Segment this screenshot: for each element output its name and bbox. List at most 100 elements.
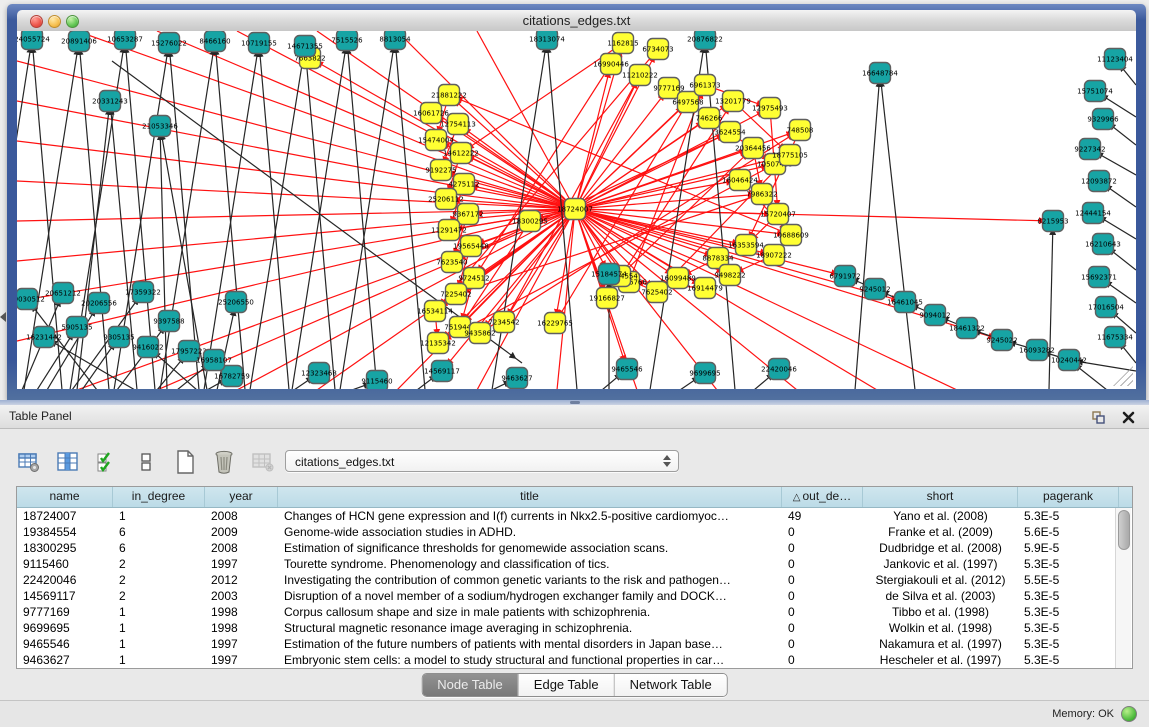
table-row[interactable]: 946362711997Embryonic stem cells: a mode… <box>17 652 1132 668</box>
row-height-icon[interactable] <box>133 449 159 475</box>
graph-node[interactable]: 9416022 <box>132 337 163 358</box>
column-header-title[interactable]: title <box>278 487 782 507</box>
graph-node[interactable]: 15276022 <box>151 33 187 54</box>
graph-node[interactable]: 16461045 <box>887 292 923 313</box>
table-row[interactable]: 1872400712008Changes of HCN gene express… <box>17 508 1132 524</box>
graph-node[interactable]: 15751074 <box>1077 81 1113 102</box>
graph-edge[interactable] <box>160 41 215 389</box>
graph-node[interactable]: 748508 <box>787 120 814 141</box>
table-row[interactable]: 977716911998Corpus callosum shape and si… <box>17 604 1132 620</box>
graph-node-label: 748508 <box>787 127 814 135</box>
graph-node[interactable]: 20891406 <box>61 31 97 52</box>
new-column-icon[interactable] <box>172 449 198 475</box>
graph-node[interactable]: 12975493 <box>752 98 788 119</box>
graph-node[interactable]: 9329966 <box>1087 109 1119 130</box>
graph-node[interactable]: 6791972 <box>829 266 860 287</box>
vertical-scrollbar[interactable] <box>1115 508 1131 668</box>
graph-node-label: 11675334 <box>1097 334 1133 342</box>
graph-node[interactable]: 14569117 <box>424 361 460 382</box>
network-canvas[interactable]: 1872400711628156734073169904461121022297… <box>17 31 1136 389</box>
graph-node[interactable]: 21053346 <box>142 116 178 137</box>
graph-edge[interactable] <box>169 43 199 389</box>
table-row[interactable]: 1830029562008Estimation of significance … <box>17 540 1132 556</box>
graph-node[interactable]: 16210643 <box>1085 234 1121 255</box>
tab-edge-table[interactable]: Edge Table <box>518 674 614 696</box>
graph-edge[interactable] <box>305 46 335 389</box>
table-row[interactable]: 911546021997Tourette syndrome. Phenomeno… <box>17 556 1132 572</box>
graph-node[interactable]: 8813054 <box>379 31 411 50</box>
graph-node[interactable]: 8215953 <box>1037 211 1068 232</box>
column-header-in_degree[interactable]: in_degree <box>113 487 205 507</box>
graph-node[interactable]: 15692371 <box>1081 267 1117 288</box>
graph-edge[interactable] <box>17 209 575 221</box>
graph-node[interactable]: 9245022 <box>986 330 1017 351</box>
graph-node[interactable]: 24055724 <box>17 31 50 50</box>
delete-column-icon[interactable] <box>211 449 237 475</box>
graph-node[interactable]: 12093872 <box>1081 171 1117 192</box>
graph-node[interactable]: 20331243 <box>92 91 128 112</box>
graph-node[interactable]: 11675334 <box>1097 327 1133 348</box>
graph-edge[interactable] <box>474 64 611 278</box>
graph-node[interactable]: 9305135 <box>103 327 134 348</box>
column-header-year[interactable]: year <box>205 487 278 507</box>
graph-node[interactable]: 9463627 <box>501 368 532 389</box>
graph-edge[interactable] <box>855 73 880 389</box>
column-header-pagerank[interactable]: pagerank <box>1018 487 1119 507</box>
network-window-titlebar[interactable]: citations_edges.txt <box>17 10 1136 32</box>
graph-edge[interactable] <box>461 43 623 153</box>
graph-node[interactable]: 25206550 <box>218 292 254 313</box>
column-header-short[interactable]: short <box>863 487 1018 507</box>
graph-node[interactable]: 19030512 <box>17 289 45 310</box>
table-row[interactable]: 2242004622012Investigating the contribut… <box>17 572 1132 588</box>
table-row[interactable]: 946554611997Estimation of the future num… <box>17 636 1132 652</box>
graph-edge[interactable] <box>477 31 575 209</box>
graph-node[interactable]: 10653287 <box>107 31 143 50</box>
graph-node[interactable]: 3624554 <box>714 122 746 143</box>
graph-node[interactable]: 10240442 <box>1051 350 1087 371</box>
graph-node[interactable]: 20651212 <box>45 283 81 304</box>
graph-node[interactable]: 9115460 <box>361 371 392 390</box>
graph-node[interactable]: 10688609 <box>773 225 809 246</box>
graph-edge[interactable] <box>880 73 915 389</box>
graph-edge[interactable] <box>157 31 575 209</box>
column-header-out_de[interactable]: △out_de… <box>782 487 863 507</box>
show-columns-icon[interactable] <box>55 449 81 475</box>
select-columns-icon[interactable] <box>94 449 120 475</box>
graph-node[interactable]: 5905135 <box>61 317 92 338</box>
scrollbar-thumb[interactable] <box>1118 510 1130 550</box>
graph-node[interactable]: 6734073 <box>642 39 673 60</box>
graph-node[interactable]: 9465546 <box>611 359 643 380</box>
graph-node[interactable]: 11123404 <box>1097 49 1133 70</box>
column-header-name[interactable]: name <box>17 487 113 507</box>
float-window-icon[interactable] <box>1089 408 1107 426</box>
graph-edge[interactable] <box>395 39 425 389</box>
table-row[interactable]: 1456911722003Disruption of a novel membe… <box>17 588 1132 604</box>
graph-edge[interactable] <box>575 209 1053 221</box>
graph-edge[interactable] <box>215 41 245 389</box>
graph-node[interactable]: 7515526 <box>331 31 363 51</box>
table-settings-icon[interactable] <box>16 449 42 475</box>
graph-node[interactable]: 746266 <box>696 108 723 129</box>
close-icon[interactable] <box>1119 408 1137 426</box>
graph-node[interactable]: 18313074 <box>529 31 565 50</box>
graph-edge[interactable] <box>347 40 377 389</box>
splitter-handle[interactable] <box>570 401 580 404</box>
graph-edge[interactable] <box>452 132 730 262</box>
table-row[interactable]: 969969511998Structural magnetic resonanc… <box>17 620 1132 636</box>
graph-node[interactable]: 9397588 <box>153 311 184 332</box>
graph-node[interactable]: 16648784 <box>862 63 898 84</box>
table-row[interactable]: 1938455462009Genome-wide association stu… <box>17 524 1132 540</box>
table-selector[interactable]: citations_edges.txt <box>285 450 679 472</box>
tab-network-table[interactable]: Network Table <box>614 674 727 696</box>
network-window[interactable]: citations_edges.txt 18724007116281567340… <box>7 4 1146 400</box>
graph-node[interactable]: 22420046 <box>761 359 797 380</box>
graph-node[interactable]: 17016504 <box>1088 297 1124 318</box>
graph-node[interactable]: 20876822 <box>687 31 723 50</box>
delete-table-icon[interactable] <box>250 449 276 475</box>
graph-node[interactable]: 8466160 <box>199 31 230 52</box>
graph-node[interactable]: 16229765 <box>537 313 573 334</box>
graph-node[interactable]: 13201779 <box>715 91 751 112</box>
graph-node[interactable]: 9227342 <box>1074 139 1105 160</box>
graph-node[interactable]: 18461322 <box>949 318 985 339</box>
tab-node-table[interactable]: Node Table <box>422 674 518 696</box>
